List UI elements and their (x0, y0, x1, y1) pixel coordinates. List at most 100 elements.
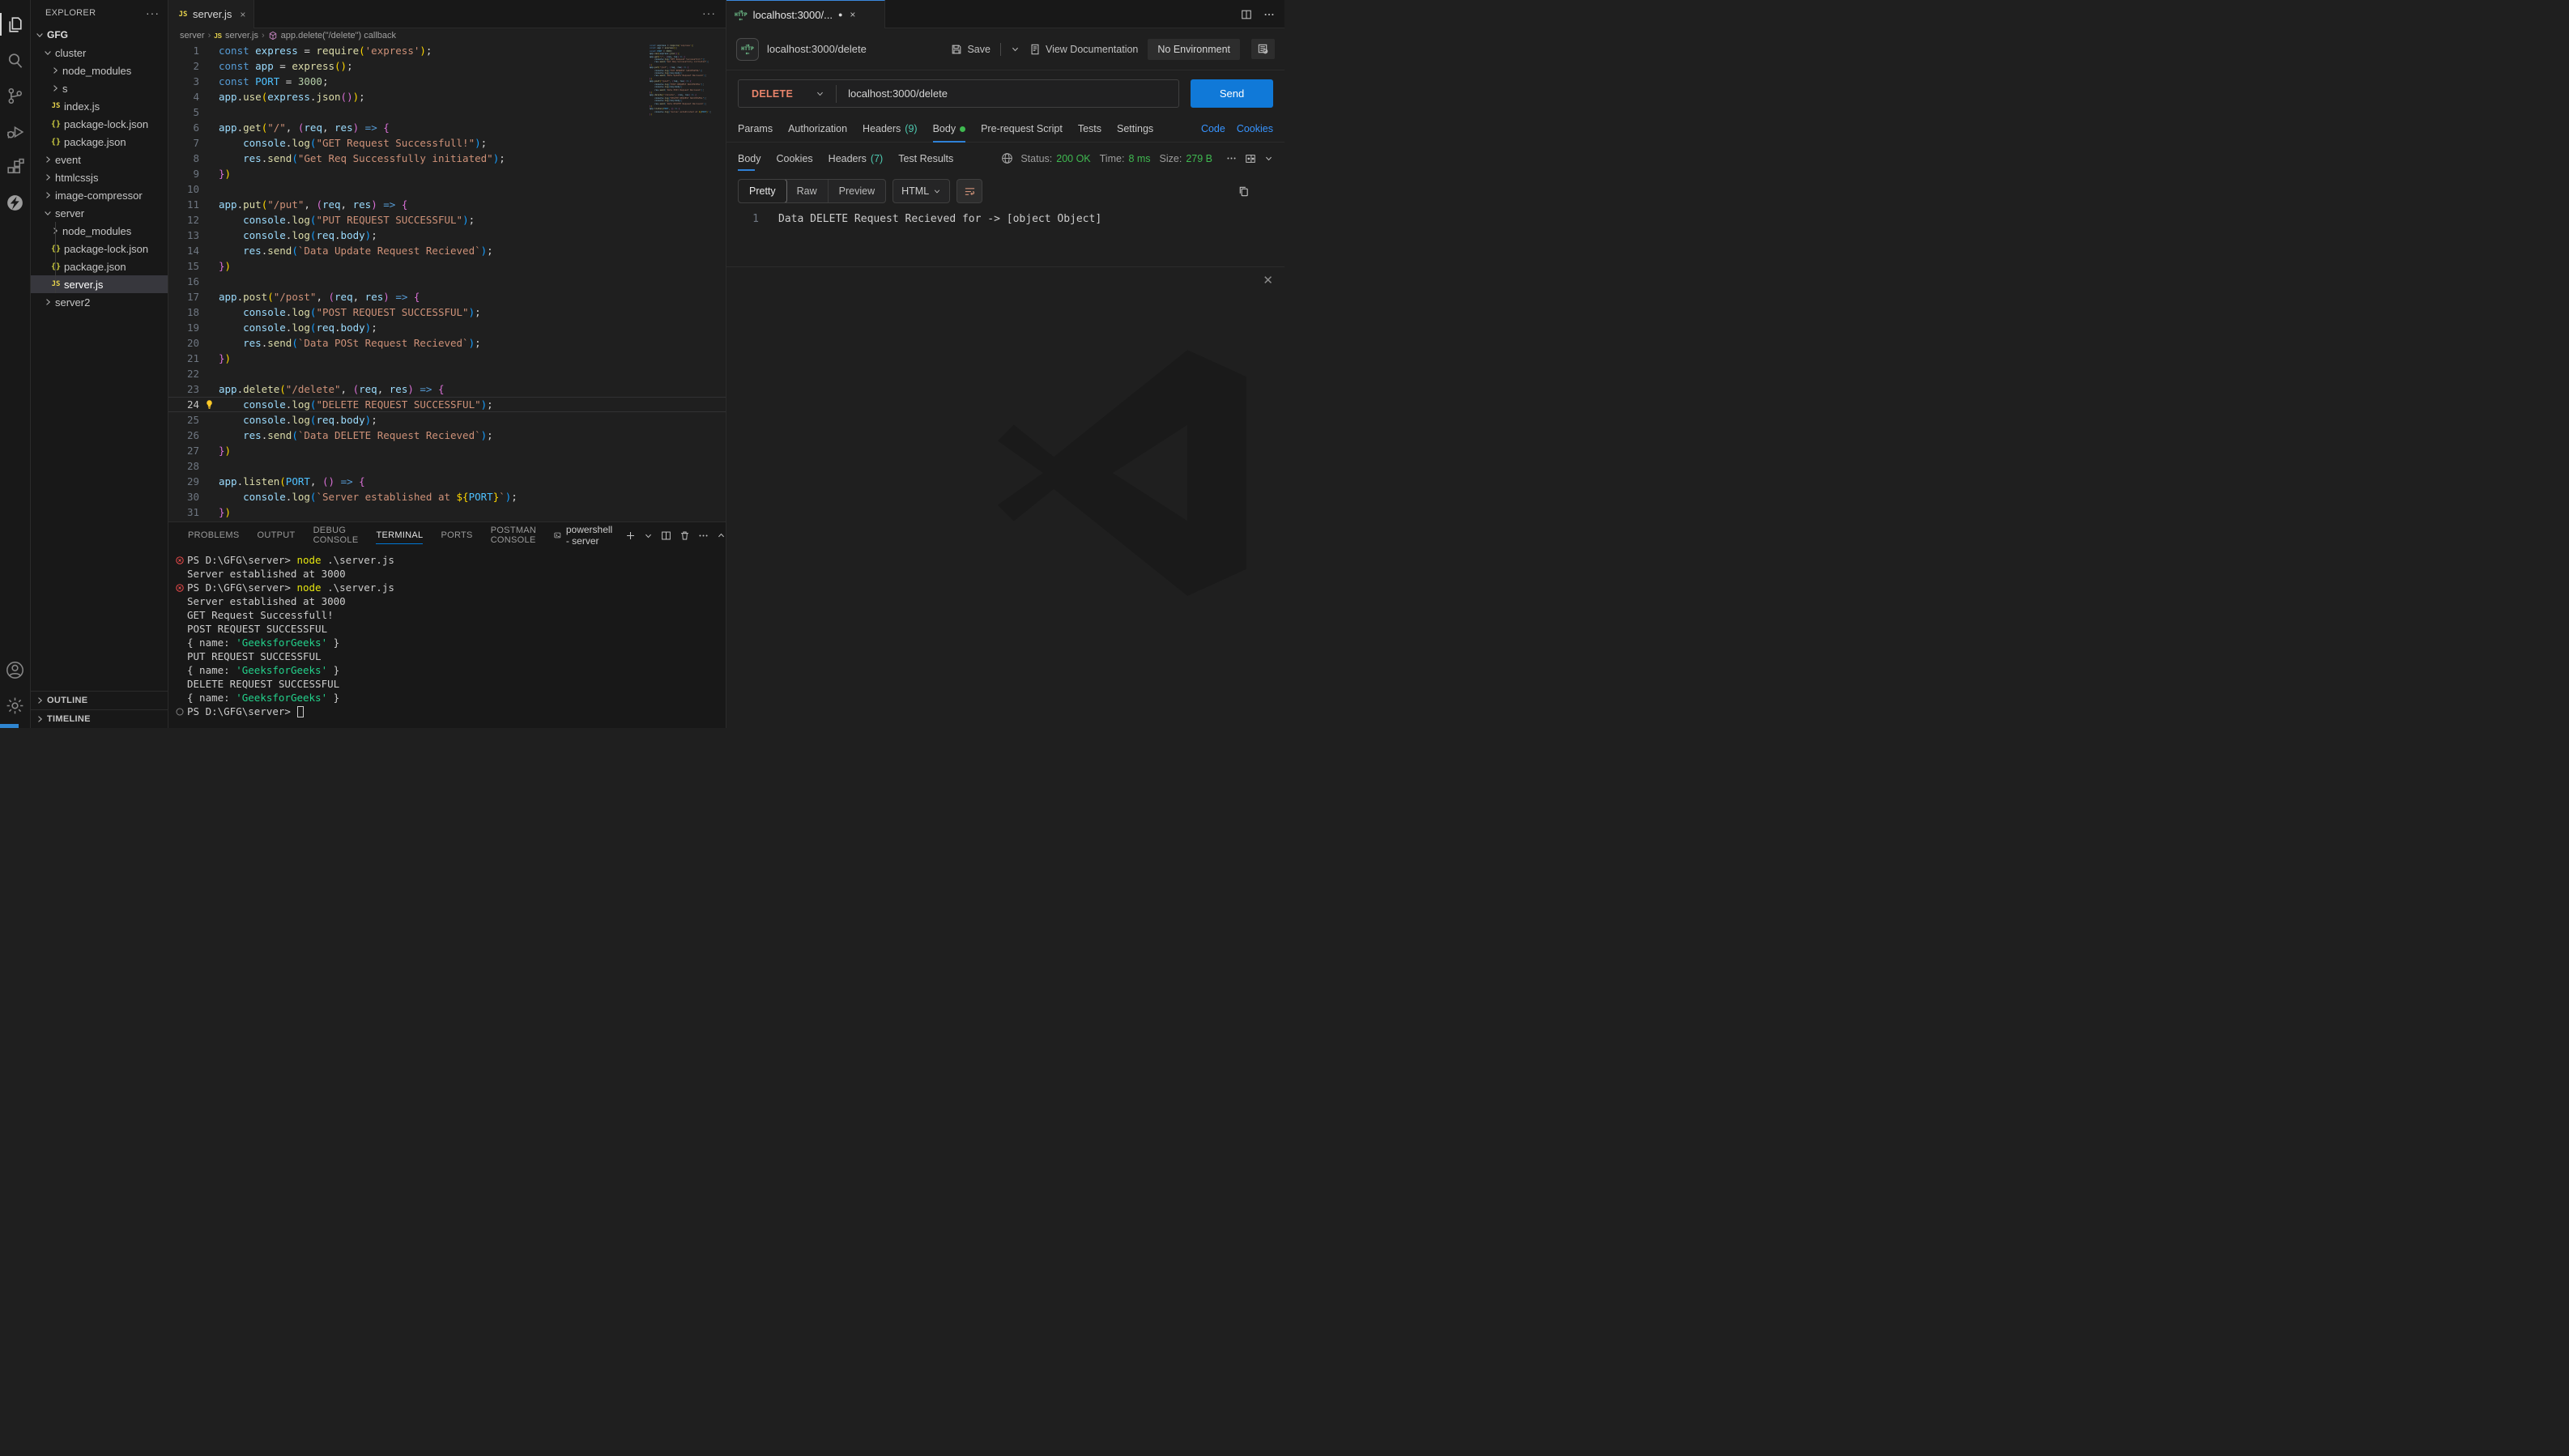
terminal-dropdown-button[interactable] (644, 531, 653, 540)
panel-tab-postman-console[interactable]: POSTMAN CONSOLE (491, 522, 537, 548)
accounts-button[interactable] (0, 652, 31, 688)
method-select[interactable]: DELETE (739, 88, 793, 100)
tree-item-event[interactable]: event (31, 151, 168, 168)
editor-more-actions-icon[interactable]: ··· (702, 6, 716, 19)
request-tab-tests[interactable]: Tests (1078, 116, 1101, 143)
response-more-button[interactable] (1226, 153, 1237, 164)
maximize-panel-button[interactable] (717, 531, 726, 540)
status-bar-remote-stub[interactable] (0, 724, 19, 728)
tree-item-node-modules[interactable]: node_modules (31, 222, 168, 240)
explorer-more-actions-icon[interactable]: ··· (146, 6, 160, 19)
view-documentation-button[interactable]: View Documentation (1029, 44, 1138, 55)
request-tab-settings[interactable]: Settings (1117, 116, 1153, 143)
request-tab-authorization[interactable]: Authorization (788, 116, 847, 143)
url-input[interactable]: localhost:3000/delete (837, 87, 1178, 100)
panel-tab-debug-console[interactable]: DEBUG CONSOLE (313, 522, 359, 548)
close-response-icon[interactable]: ✕ (1263, 273, 1273, 287)
timeline-section[interactable]: TIMELINE (31, 709, 168, 728)
code-line-17[interactable]: 17app.post("/post", (req, res) => { (168, 289, 726, 304)
response-layout-button[interactable] (1245, 153, 1256, 164)
code-line-15[interactable]: 15}) (168, 258, 726, 274)
tree-item-package-json[interactable]: {}package.json (31, 133, 168, 151)
code-line-30[interactable]: 30 console.log(`Server established at ${… (168, 489, 726, 504)
code-line-20[interactable]: 20 res.send(`Data POSt Request Recieved`… (168, 335, 726, 351)
code-line-31[interactable]: 31}) (168, 504, 726, 520)
more-actions-button[interactable] (1263, 9, 1275, 20)
code-line-26[interactable]: 26 res.send(`Data DELETE Request Recieve… (168, 428, 726, 443)
language-select[interactable]: HTML (893, 179, 950, 203)
code-line-13[interactable]: 13 console.log(req.body); (168, 228, 726, 243)
tree-item-image-compressor[interactable]: image-compressor (31, 186, 168, 204)
tab-server-js[interactable]: JS server.js × (168, 0, 254, 28)
panel-tab-problems[interactable]: PROBLEMS (188, 522, 240, 548)
response-tab-headers[interactable]: Headers(7) (829, 143, 884, 174)
code-line-11[interactable]: 11app.put("/put", (req, res) => { (168, 197, 726, 212)
split-editor-button[interactable] (1241, 9, 1252, 20)
request-tab-pre-request-script[interactable]: Pre-request Script (981, 116, 1063, 143)
activity-source-control-button[interactable] (0, 78, 31, 113)
tree-item-index-js[interactable]: JSindex.js (31, 97, 168, 115)
code-line-8[interactable]: 8 res.send("Get Req Successfully initiat… (168, 151, 726, 166)
tree-item-package-json[interactable]: {}package.json (31, 258, 168, 275)
kill-terminal-button[interactable] (680, 530, 690, 541)
panel-tab-terminal[interactable]: TERMINAL (376, 522, 423, 548)
method-dropdown-icon[interactable] (816, 89, 824, 98)
format-option-preview[interactable]: Preview (829, 180, 885, 202)
code-line-21[interactable]: 21}) (168, 351, 726, 366)
new-terminal-button[interactable] (625, 530, 636, 541)
response-tab-test-results[interactable]: Test Results (898, 143, 953, 174)
format-option-raw[interactable]: Raw (786, 180, 829, 202)
tree-item-htmlcssjs[interactable]: htmlcssjs (31, 168, 168, 186)
code-line-24[interactable]: 24 console.log("DELETE REQUEST SUCCESSFU… (168, 397, 726, 412)
code-line-10[interactable]: 10 (168, 181, 726, 197)
code-line-23[interactable]: 23app.delete("/delete", (req, res) => { (168, 381, 726, 397)
tree-item-server2[interactable]: server2 (31, 293, 168, 311)
close-icon[interactable]: × (850, 9, 855, 20)
response-tab-cookies[interactable]: Cookies (777, 143, 813, 174)
code-line-9[interactable]: 9}) (168, 166, 726, 181)
minimap[interactable]: const express = require('express');const… (650, 45, 719, 117)
code-line-7[interactable]: 7 console.log("GET Request Successfull!"… (168, 135, 726, 151)
breadcrumb-item-file[interactable]: JSserver.js (214, 31, 258, 40)
split-terminal-button[interactable] (661, 530, 671, 541)
code-line-27[interactable]: 27}) (168, 443, 726, 458)
tree-item-server-js[interactable]: JSserver.js (31, 275, 168, 293)
code-line-12[interactable]: 12 console.log("PUT REQUEST SUCCESSFUL")… (168, 212, 726, 228)
activity-explorer-button[interactable] (0, 6, 31, 42)
tree-item-server[interactable]: server (31, 204, 168, 222)
code-editor[interactable]: 1const express = require('express');2con… (168, 43, 726, 522)
panel-tab-output[interactable]: OUTPUT (258, 522, 296, 548)
code-line-14[interactable]: 14 res.send(`Data Update Request Recieve… (168, 243, 726, 258)
search-response-button[interactable] (1261, 185, 1273, 198)
breadcrumb-item-server[interactable]: server (180, 31, 205, 40)
no-environment-button[interactable]: No Environment (1148, 39, 1240, 60)
response-tab-body[interactable]: Body (738, 143, 761, 174)
code-line-29[interactable]: 29app.listen(PORT, () => { (168, 474, 726, 489)
copy-response-button[interactable] (1238, 185, 1250, 198)
terminal-output[interactable]: PS D:\GFG\server> node .\server.jsServer… (168, 548, 726, 728)
code-line-22[interactable]: 22 (168, 366, 726, 381)
panel-tab-ports[interactable]: PORTS (441, 522, 472, 548)
tab-request[interactable]: →HTTP← localhost:3000/... ● × (726, 0, 885, 28)
code-line-6[interactable]: 6app.get("/", (req, res) => { (168, 120, 726, 135)
code-line-25[interactable]: 25 console.log(req.body); (168, 412, 726, 428)
tree-item-package-lock-json[interactable]: {}package-lock.json (31, 115, 168, 133)
lightbulb-icon[interactable] (204, 399, 215, 410)
terminal-instance[interactable]: powershell - server (554, 524, 616, 547)
activity-run-debug-button[interactable] (0, 113, 31, 149)
code-line-28[interactable]: 28 (168, 458, 726, 474)
request-tab-body[interactable]: Body (933, 116, 966, 143)
panel-more-actions-button[interactable] (698, 530, 709, 541)
outline-section[interactable]: OUTLINE (31, 691, 168, 709)
settings-button[interactable] (0, 688, 31, 723)
save-button[interactable]: Save (951, 44, 991, 55)
code-line-2[interactable]: 2const app = express(); (168, 58, 726, 74)
tree-item-cluster[interactable]: cluster (31, 44, 168, 62)
word-wrap-button[interactable] (956, 179, 982, 203)
request-tab-params[interactable]: Params (738, 116, 773, 143)
link-code[interactable]: Code (1201, 123, 1225, 134)
code-line-1[interactable]: 1const express = require('express'); (168, 43, 726, 58)
tree-item-node-modules[interactable]: node_modules (31, 62, 168, 79)
response-collapse-button[interactable] (1264, 154, 1273, 163)
close-icon[interactable]: × (240, 9, 245, 20)
